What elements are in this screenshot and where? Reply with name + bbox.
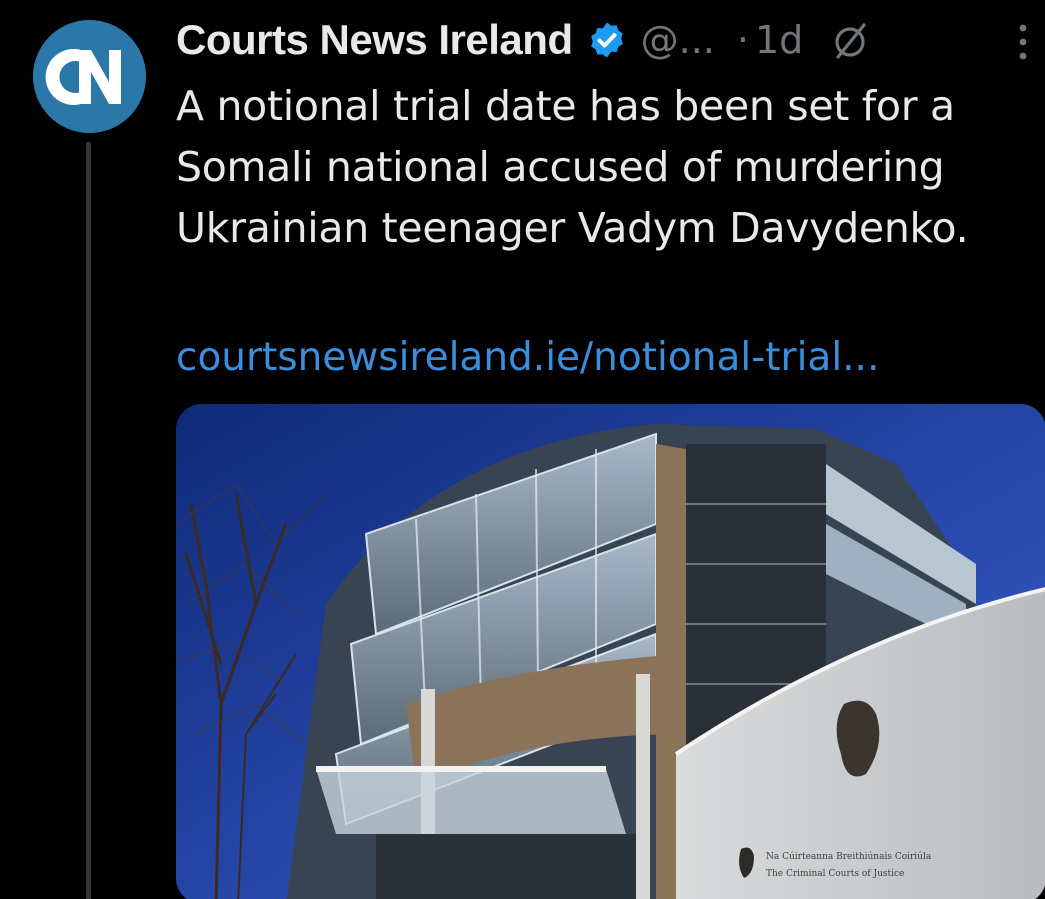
avatar[interactable] [33,20,146,133]
sign-text-irish: Na Cúirteanna Breithiúnais Coiriúla [766,851,932,862]
tweet-body: A notional trial date has been set for a… [176,82,969,252]
thread-line [86,142,91,899]
tweet-header: Courts News Ireland @... · 1d [176,12,1045,68]
edit-slash-icon [835,23,866,59]
tweet-text: A notional trial date has been set for a… [176,76,1036,259]
display-name[interactable]: Courts News Ireland [176,16,573,64]
meta-separator: · [736,18,749,62]
author-handle[interactable]: @... [641,18,715,62]
cn-logo-icon [33,20,146,133]
tweet-media-image[interactable]: Na Cúirteanna Breithiúnais Coiriúla The … [176,404,1045,899]
more-vertical-icon[interactable] [1017,22,1029,62]
verified-badge-icon[interactable] [587,20,627,60]
courts-building-photo: Na Cúirteanna Breithiúnais Coiriúla The … [176,404,1045,899]
tweet[interactable]: Courts News Ireland @... · 1d A notional… [0,0,1045,899]
sign-text-english: The Criminal Courts of Justice [766,869,904,879]
timestamp[interactable]: 1d [755,18,803,62]
article-link[interactable]: courtsnewsireland.ie/notional-trial... [176,330,879,386]
